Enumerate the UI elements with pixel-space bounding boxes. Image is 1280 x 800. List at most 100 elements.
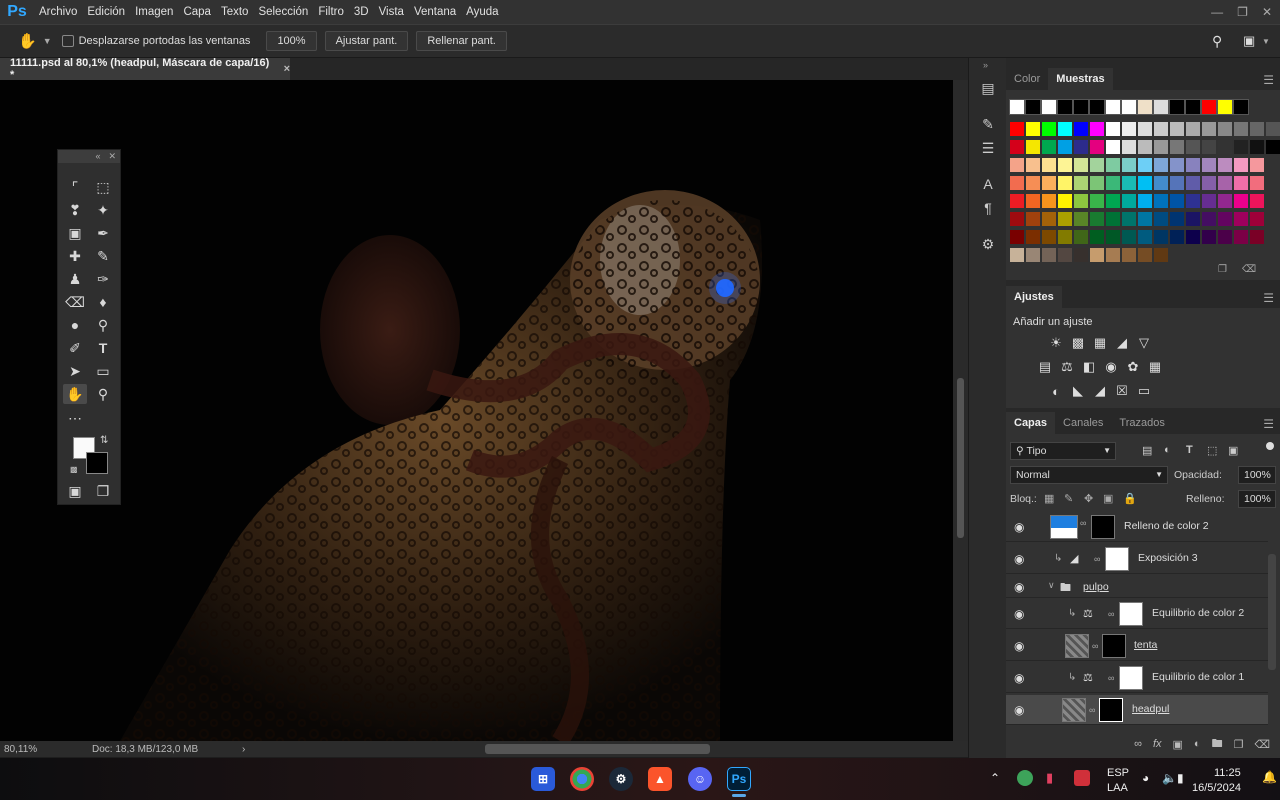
color-swatch[interactable] bbox=[1026, 194, 1040, 208]
tray-app-icon[interactable] bbox=[1017, 770, 1033, 786]
new-adjustment-icon[interactable]: ◐ bbox=[1194, 738, 1201, 750]
trash-icon[interactable]: ⌫ bbox=[1254, 738, 1270, 751]
quick-select-tool-icon[interactable]: ✦ bbox=[91, 200, 115, 220]
color-swatch[interactable] bbox=[1026, 212, 1040, 226]
color-swatch[interactable] bbox=[1042, 158, 1056, 172]
fit-screen-button[interactable]: Ajustar pant. bbox=[324, 31, 409, 51]
tab-ajustes[interactable]: Ajustes bbox=[1006, 286, 1062, 308]
zoom-tool-icon[interactable]: ⚲ bbox=[91, 384, 115, 404]
exposure-icon[interactable]: ◢ bbox=[1113, 334, 1131, 352]
color-swatch[interactable] bbox=[1186, 158, 1200, 172]
filter-toggle-icon[interactable] bbox=[1266, 442, 1274, 450]
brave-icon[interactable]: ▲ bbox=[648, 767, 672, 791]
color-swatch[interactable] bbox=[1138, 176, 1152, 190]
lock-all-icon[interactable]: 🔒 bbox=[1123, 492, 1137, 505]
color-swatch[interactable] bbox=[1186, 194, 1200, 208]
marquee-tool-icon[interactable]: ⬚ bbox=[91, 177, 115, 197]
tab-capas[interactable]: Capas bbox=[1006, 412, 1056, 434]
color-swatch[interactable] bbox=[1218, 212, 1232, 226]
chrome-icon[interactable] bbox=[570, 767, 594, 791]
color-swatch[interactable] bbox=[1266, 140, 1280, 154]
color-swatch[interactable] bbox=[1234, 230, 1248, 244]
levels-icon[interactable]: ▩ bbox=[1069, 334, 1087, 352]
close-icon[interactable]: ✕ bbox=[108, 150, 116, 163]
color-swatch[interactable] bbox=[1026, 158, 1040, 172]
color-swatch[interactable] bbox=[1266, 122, 1280, 136]
threshold-icon[interactable]: ◢ bbox=[1091, 382, 1109, 400]
color-swatch[interactable] bbox=[1090, 122, 1104, 136]
history-panel-icon[interactable]: ▤ bbox=[978, 78, 998, 98]
color-swatch[interactable] bbox=[1121, 99, 1137, 115]
color-swatch[interactable] bbox=[1170, 176, 1184, 190]
color-swatch[interactable] bbox=[1138, 194, 1152, 208]
hand-tool-icon[interactable]: ✋ bbox=[63, 384, 87, 404]
wifi-icon[interactable]: ◕ bbox=[1142, 771, 1149, 785]
color-swatch[interactable] bbox=[1250, 122, 1264, 136]
crop-tool-icon[interactable]: ⌜ bbox=[63, 177, 87, 197]
eye-icon[interactable]: ◉ bbox=[1014, 607, 1024, 621]
character-panel-icon[interactable]: A bbox=[978, 174, 998, 194]
trash-icon[interactable]: ⌫ bbox=[1242, 264, 1256, 275]
color-swatch[interactable] bbox=[1234, 158, 1248, 172]
color-swatch[interactable] bbox=[1250, 212, 1264, 226]
layer-row[interactable]: ◉ ∞ tenta bbox=[1006, 631, 1268, 661]
color-swatch[interactable] bbox=[1010, 140, 1024, 154]
layer-row[interactable]: ◉ ↳ ⚖ ∞ Equilibrio de color 2 bbox=[1006, 599, 1268, 629]
color-swatch[interactable] bbox=[1234, 140, 1248, 154]
color-swatch[interactable] bbox=[1138, 122, 1152, 136]
close-icon[interactable]: ✕ bbox=[1262, 5, 1272, 19]
panel-menu-icon[interactable]: ☰ bbox=[1263, 291, 1274, 305]
lasso-tool-icon[interactable]: ❣ bbox=[63, 200, 87, 220]
color-swatch[interactable] bbox=[1233, 99, 1249, 115]
rectangle-tool-icon[interactable]: ▭ bbox=[91, 361, 115, 381]
layer-filter-select[interactable]: ⚲ Tipo ▼ bbox=[1010, 442, 1116, 460]
color-swatch[interactable] bbox=[1154, 212, 1168, 226]
panel-menu-icon[interactable]: ☰ bbox=[1263, 417, 1274, 431]
menu-3d[interactable]: 3D bbox=[349, 0, 374, 24]
tray-security-icon[interactable] bbox=[1074, 770, 1090, 786]
color-swatch[interactable] bbox=[1186, 230, 1200, 244]
color-swatch[interactable] bbox=[1137, 99, 1153, 115]
color-swatch[interactable] bbox=[1218, 230, 1232, 244]
color-swatch[interactable] bbox=[1154, 230, 1168, 244]
color-swatch[interactable] bbox=[1106, 176, 1120, 190]
panel-menu-icon[interactable]: ☰ bbox=[1263, 73, 1274, 87]
color-swatch[interactable] bbox=[1090, 212, 1104, 226]
document-canvas[interactable] bbox=[0, 80, 953, 741]
color-swatch[interactable] bbox=[1201, 99, 1217, 115]
menu-texto[interactable]: Texto bbox=[216, 0, 254, 24]
color-swatch[interactable] bbox=[1122, 194, 1136, 208]
color-swatch[interactable] bbox=[1154, 194, 1168, 208]
status-arrow-icon[interactable]: › bbox=[242, 744, 245, 755]
windows-start-icon[interactable]: ⊞ bbox=[531, 767, 555, 791]
color-swatch[interactable] bbox=[1106, 248, 1120, 262]
color-swatch[interactable] bbox=[1154, 176, 1168, 190]
color-swatch[interactable] bbox=[1170, 194, 1184, 208]
language-top[interactable]: ESP bbox=[1107, 767, 1129, 779]
clock-time[interactable]: 11:25 bbox=[1214, 767, 1241, 779]
color-swatch[interactable] bbox=[1234, 176, 1248, 190]
color-swatch[interactable] bbox=[1042, 140, 1056, 154]
color-swatch[interactable] bbox=[1170, 122, 1184, 136]
color-swatch[interactable] bbox=[1042, 122, 1056, 136]
color-swatch[interactable] bbox=[1138, 158, 1152, 172]
color-swatch[interactable] bbox=[1105, 99, 1121, 115]
color-swatch[interactable] bbox=[1058, 230, 1072, 244]
menu-vista[interactable]: Vista bbox=[374, 0, 409, 24]
lock-position-icon[interactable]: ✥ bbox=[1084, 492, 1093, 505]
tab-color[interactable]: Color bbox=[1006, 68, 1048, 90]
zoom-readout[interactable]: 80,11% bbox=[4, 744, 84, 755]
color-swatch[interactable] bbox=[1250, 194, 1264, 208]
link-layers-icon[interactable]: ∞ bbox=[1134, 738, 1142, 750]
color-swatch[interactable] bbox=[1026, 230, 1040, 244]
eyedropper-tool-icon[interactable]: ✒ bbox=[91, 223, 115, 243]
layer-group-row[interactable]: ◉ ∨ 🖿 pulpo bbox=[1006, 576, 1268, 598]
eraser-tool-icon[interactable]: ⌫ bbox=[63, 292, 87, 312]
tools-panel-header[interactable]: « ✕ bbox=[58, 150, 120, 163]
color-swatch[interactable] bbox=[1202, 230, 1216, 244]
color-swatch[interactable] bbox=[1010, 158, 1024, 172]
color-swatch[interactable] bbox=[1074, 230, 1088, 244]
color-swatch[interactable] bbox=[1042, 212, 1056, 226]
vertical-scroll-thumb[interactable] bbox=[957, 378, 964, 538]
document-tab[interactable]: 11111.psd al 80,1% (headpul, Máscara de … bbox=[0, 57, 290, 81]
